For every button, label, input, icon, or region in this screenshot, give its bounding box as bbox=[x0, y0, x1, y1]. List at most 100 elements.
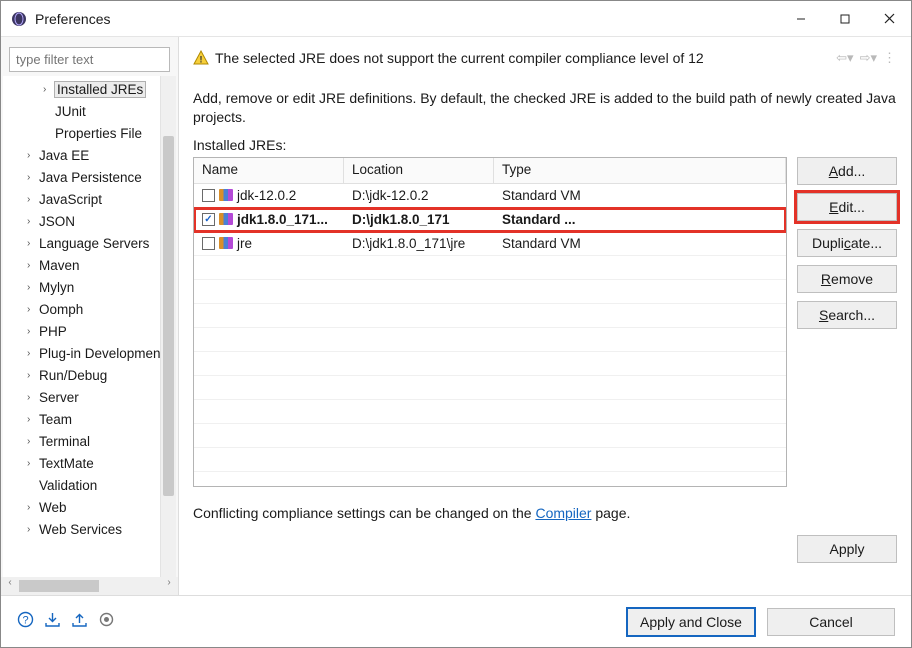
minimize-button[interactable] bbox=[779, 4, 823, 34]
jre-type: Standard VM bbox=[494, 232, 786, 255]
tree-item-validation[interactable]: Validation bbox=[3, 474, 176, 496]
eclipse-icon bbox=[11, 11, 27, 27]
scroll-left-icon[interactable]: ‹ bbox=[1, 577, 19, 595]
help-icon[interactable]: ? bbox=[17, 611, 34, 632]
remove-button[interactable]: Remove bbox=[797, 265, 897, 293]
maximize-button[interactable] bbox=[823, 4, 867, 34]
table-header: Name Location Type bbox=[194, 158, 786, 184]
expand-arrow-icon[interactable]: › bbox=[27, 392, 39, 403]
compliance-hint: Conflicting compliance settings can be c… bbox=[193, 505, 897, 521]
expand-arrow-icon[interactable]: › bbox=[27, 458, 39, 469]
tree-item-server[interactable]: ›Server bbox=[3, 386, 176, 408]
empty-row bbox=[194, 328, 786, 352]
close-window-button[interactable] bbox=[867, 4, 911, 34]
tree-item-oomph[interactable]: ›Oomph bbox=[3, 298, 176, 320]
tree-item-textmate[interactable]: ›TextMate bbox=[3, 452, 176, 474]
expand-arrow-icon[interactable]: › bbox=[27, 326, 39, 337]
tree-item-label: JavaScript bbox=[39, 192, 102, 207]
tree-item-label: JSON bbox=[39, 214, 75, 229]
col-header-type[interactable]: Type bbox=[494, 158, 786, 184]
nav-forward-icon[interactable]: ⇨▾ bbox=[860, 50, 877, 66]
expand-arrow-icon[interactable]: › bbox=[27, 216, 39, 227]
expand-arrow-icon[interactable]: › bbox=[27, 436, 39, 447]
tree-item-plug-in-development[interactable]: ›Plug-in Development bbox=[3, 342, 176, 364]
page-description: Add, remove or edit JRE definitions. By … bbox=[193, 89, 897, 127]
search-button[interactable]: Search... bbox=[797, 301, 897, 329]
tree-item-run-debug[interactable]: ›Run/Debug bbox=[3, 364, 176, 386]
expand-arrow-icon[interactable]: › bbox=[27, 304, 39, 315]
expand-arrow-icon[interactable]: › bbox=[27, 370, 39, 381]
jre-row[interactable]: jdk-12.0.2D:\jdk-12.0.2Standard VM bbox=[194, 184, 786, 208]
tree-item-junit[interactable]: JUnit bbox=[3, 100, 176, 122]
cancel-button[interactable]: Cancel bbox=[767, 608, 895, 636]
tree-item-label: Mylyn bbox=[39, 280, 74, 295]
jre-row[interactable]: jreD:\jdk1.8.0_171\jreStandard VM bbox=[194, 232, 786, 256]
expand-arrow-icon[interactable]: › bbox=[27, 150, 39, 161]
expand-arrow-icon[interactable]: › bbox=[27, 348, 39, 359]
tree-item-label: Maven bbox=[39, 258, 80, 273]
compiler-link[interactable]: Compiler bbox=[535, 505, 591, 521]
tree-item-label: Validation bbox=[39, 478, 97, 493]
edit-button[interactable]: Edit... bbox=[797, 193, 897, 221]
java-icon bbox=[219, 213, 233, 225]
empty-row bbox=[194, 472, 786, 487]
jre-row[interactable]: ✓jdk1.8.0_171...D:\jdk1.8.0_171Standard … bbox=[194, 208, 786, 232]
add-button[interactable]: Add... bbox=[797, 157, 897, 185]
tree-item-properties-file[interactable]: Properties File bbox=[3, 122, 176, 144]
tree-horizontal-scrollbar[interactable]: ‹ › bbox=[1, 577, 178, 595]
scroll-right-icon[interactable]: › bbox=[160, 577, 178, 595]
preferences-tree[interactable]: ›Installed JREsJUnitProperties File›Java… bbox=[3, 76, 176, 577]
tree-item-installed-jres[interactable]: ›Installed JREs bbox=[3, 78, 176, 100]
jre-checkbox[interactable] bbox=[202, 189, 215, 202]
record-icon[interactable] bbox=[98, 611, 115, 632]
expand-arrow-icon[interactable]: › bbox=[27, 502, 39, 513]
tree-item-label: JUnit bbox=[55, 104, 86, 119]
tree-item-json[interactable]: ›JSON bbox=[3, 210, 176, 232]
empty-row bbox=[194, 448, 786, 472]
expand-arrow-icon[interactable]: › bbox=[27, 260, 39, 271]
tree-item-mylyn[interactable]: ›Mylyn bbox=[3, 276, 176, 298]
expand-arrow-icon[interactable]: › bbox=[27, 172, 39, 183]
expand-arrow-icon[interactable]: › bbox=[43, 84, 55, 95]
jre-checkbox[interactable]: ✓ bbox=[202, 213, 215, 226]
jre-table[interactable]: Name Location Type jdk-12.0.2D:\jdk-12.0… bbox=[193, 157, 787, 487]
col-header-name[interactable]: Name bbox=[194, 158, 344, 184]
tree-item-terminal[interactable]: ›Terminal bbox=[3, 430, 176, 452]
jre-type: Standard ... bbox=[494, 208, 786, 231]
h-scrollbar-thumb[interactable] bbox=[19, 580, 99, 592]
svg-text:?: ? bbox=[22, 615, 28, 627]
import-icon[interactable] bbox=[44, 611, 61, 632]
tree-item-web[interactable]: ›Web bbox=[3, 496, 176, 518]
expand-arrow-icon[interactable]: › bbox=[27, 524, 39, 535]
empty-row bbox=[194, 256, 786, 280]
tree-item-maven[interactable]: ›Maven bbox=[3, 254, 176, 276]
tree-item-team[interactable]: ›Team bbox=[3, 408, 176, 430]
duplicate-button[interactable]: Duplicate... bbox=[797, 229, 897, 257]
tree-item-label: Oomph bbox=[39, 302, 83, 317]
tree-item-java-ee[interactable]: ›Java EE bbox=[3, 144, 176, 166]
scrollbar-thumb[interactable] bbox=[163, 136, 174, 496]
jre-location: D:\jdk1.8.0_171\jre bbox=[344, 232, 494, 255]
tree-item-label: PHP bbox=[39, 324, 67, 339]
tree-item-javascript[interactable]: ›JavaScript bbox=[3, 188, 176, 210]
tree-item-label: TextMate bbox=[39, 456, 94, 471]
expand-arrow-icon[interactable]: › bbox=[27, 414, 39, 425]
apply-and-close-button[interactable]: Apply and Close bbox=[627, 608, 755, 636]
toolbar-menu-icon[interactable]: ⋮ bbox=[883, 50, 897, 66]
expand-arrow-icon[interactable]: › bbox=[27, 282, 39, 293]
export-icon[interactable] bbox=[71, 611, 88, 632]
filter-input[interactable] bbox=[9, 47, 170, 72]
tree-item-php[interactable]: ›PHP bbox=[3, 320, 176, 342]
expand-arrow-icon[interactable]: › bbox=[27, 238, 39, 249]
tree-item-language-servers[interactable]: ›Language Servers bbox=[3, 232, 176, 254]
tree-vertical-scrollbar[interactable] bbox=[160, 76, 176, 577]
expand-arrow-icon[interactable]: › bbox=[27, 194, 39, 205]
tree-item-web-services[interactable]: ›Web Services bbox=[3, 518, 176, 540]
col-header-location[interactable]: Location bbox=[344, 158, 494, 184]
tree-item-java-persistence[interactable]: ›Java Persistence bbox=[3, 166, 176, 188]
jre-checkbox[interactable] bbox=[202, 237, 215, 250]
nav-back-icon[interactable]: ⇦▾ bbox=[836, 50, 853, 66]
warning-icon: ! bbox=[193, 50, 209, 66]
apply-button[interactable]: Apply bbox=[797, 535, 897, 563]
svg-text:!: ! bbox=[200, 55, 203, 65]
